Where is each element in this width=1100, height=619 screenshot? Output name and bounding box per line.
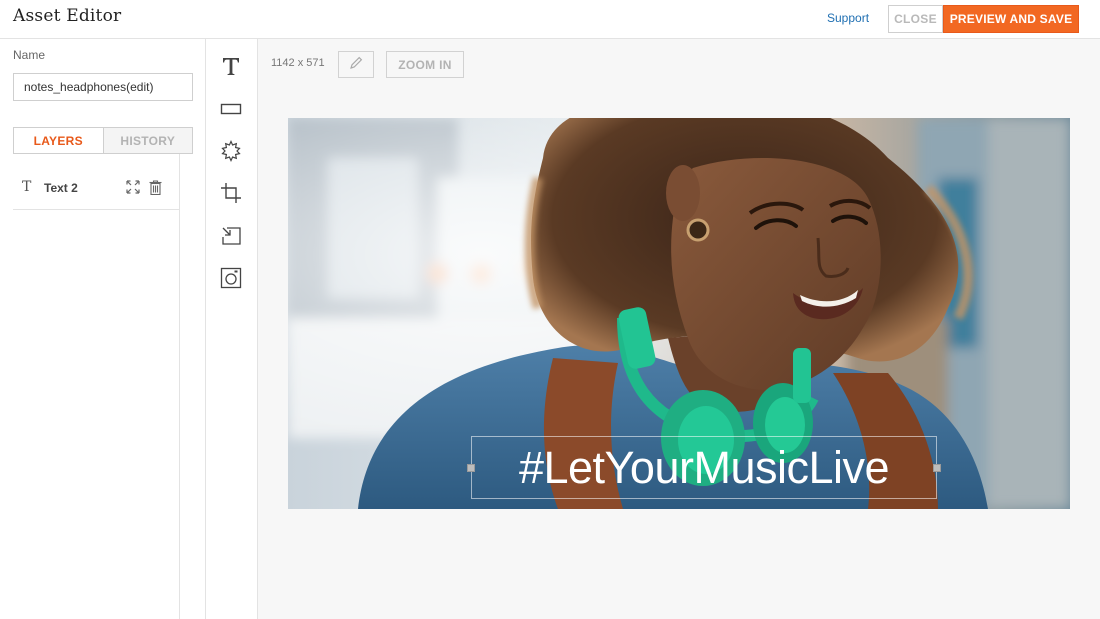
crop-tool-icon[interactable]: [219, 181, 243, 205]
app-title: Asset Editor: [13, 6, 122, 26]
tab-history[interactable]: HISTORY: [103, 128, 192, 153]
zoom-in-button[interactable]: ZOOM IN: [386, 51, 464, 78]
app-header: Asset Editor Support CLOSE PREVIEW AND S…: [0, 0, 1100, 39]
canvas-dimensions: 1142 x 571: [271, 57, 325, 69]
text-layer-icon: T: [22, 179, 32, 195]
support-link[interactable]: Support: [827, 11, 869, 25]
resize-handle-right[interactable]: [933, 464, 941, 472]
preview-and-save-button[interactable]: PREVIEW AND SAVE: [943, 5, 1079, 33]
close-button[interactable]: CLOSE: [888, 5, 943, 33]
tab-layers[interactable]: LAYERS: [14, 128, 104, 153]
canvas-area: 1142 x 571 ZOOM IN #LetYourMusicLive: [258, 39, 1100, 619]
tool-column: [206, 39, 258, 619]
text-layer-box[interactable]: #LetYourMusicLive: [467, 436, 941, 499]
rectangle-tool-icon[interactable]: [219, 97, 243, 121]
text-tool-icon[interactable]: [219, 54, 243, 78]
image-tool-icon[interactable]: [219, 266, 243, 290]
overlay-text[interactable]: #LetYourMusicLive: [472, 437, 936, 498]
trash-icon[interactable]: [149, 180, 162, 196]
left-panel: Name LAYERS HISTORY T Text 2: [0, 39, 206, 619]
badge-tool-icon[interactable]: [219, 139, 243, 163]
layer-item[interactable]: T Text 2: [13, 154, 180, 210]
expand-icon[interactable]: [126, 180, 140, 194]
panel-tabs: LAYERS HISTORY: [13, 127, 193, 154]
name-label: Name: [13, 48, 46, 62]
layers-list: T Text 2: [13, 154, 180, 619]
resize-tool-icon[interactable]: [219, 224, 243, 248]
canvas-image[interactable]: #LetYourMusicLive: [288, 118, 1070, 509]
resize-handle-left[interactable]: [467, 464, 475, 472]
edit-button[interactable]: [338, 51, 374, 78]
layer-name: Text 2: [44, 181, 78, 195]
name-input[interactable]: [13, 73, 193, 101]
pencil-icon: [349, 56, 363, 73]
